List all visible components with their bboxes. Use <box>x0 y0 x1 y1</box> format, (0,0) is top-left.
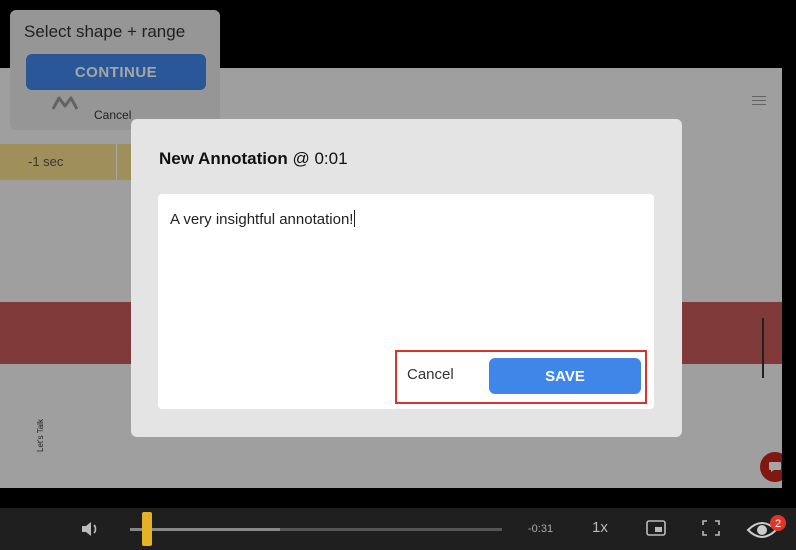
player-controls: -0:31 1x 2 <box>0 508 796 550</box>
fullscreen-icon[interactable] <box>702 520 720 536</box>
badge-count: 2 <box>775 518 781 530</box>
scrub-handle[interactable] <box>142 512 152 546</box>
modal-title-main: New Annotation <box>159 149 288 168</box>
scrub-track[interactable] <box>130 528 502 531</box>
cancel-button[interactable]: Cancel <box>407 366 454 383</box>
modal-title: New Annotation @ 0:01 <box>159 149 348 169</box>
volume-icon[interactable] <box>80 520 100 538</box>
annotation-modal: New Annotation @ 0:01 A very insightful … <box>131 119 682 437</box>
annotation-text: A very insightful annotation! <box>170 210 356 228</box>
eye-icon: 2 <box>746 515 786 538</box>
annotations-toggle[interactable]: 2 <box>744 514 792 544</box>
action-highlight: Cancel SAVE <box>395 350 647 404</box>
time-remaining: -0:31 <box>528 523 554 535</box>
modal-title-time: @ 0:01 <box>292 149 348 168</box>
pip-icon[interactable] <box>646 520 666 536</box>
save-button[interactable]: SAVE <box>489 358 641 394</box>
speed-button[interactable]: 1x <box>592 519 608 536</box>
